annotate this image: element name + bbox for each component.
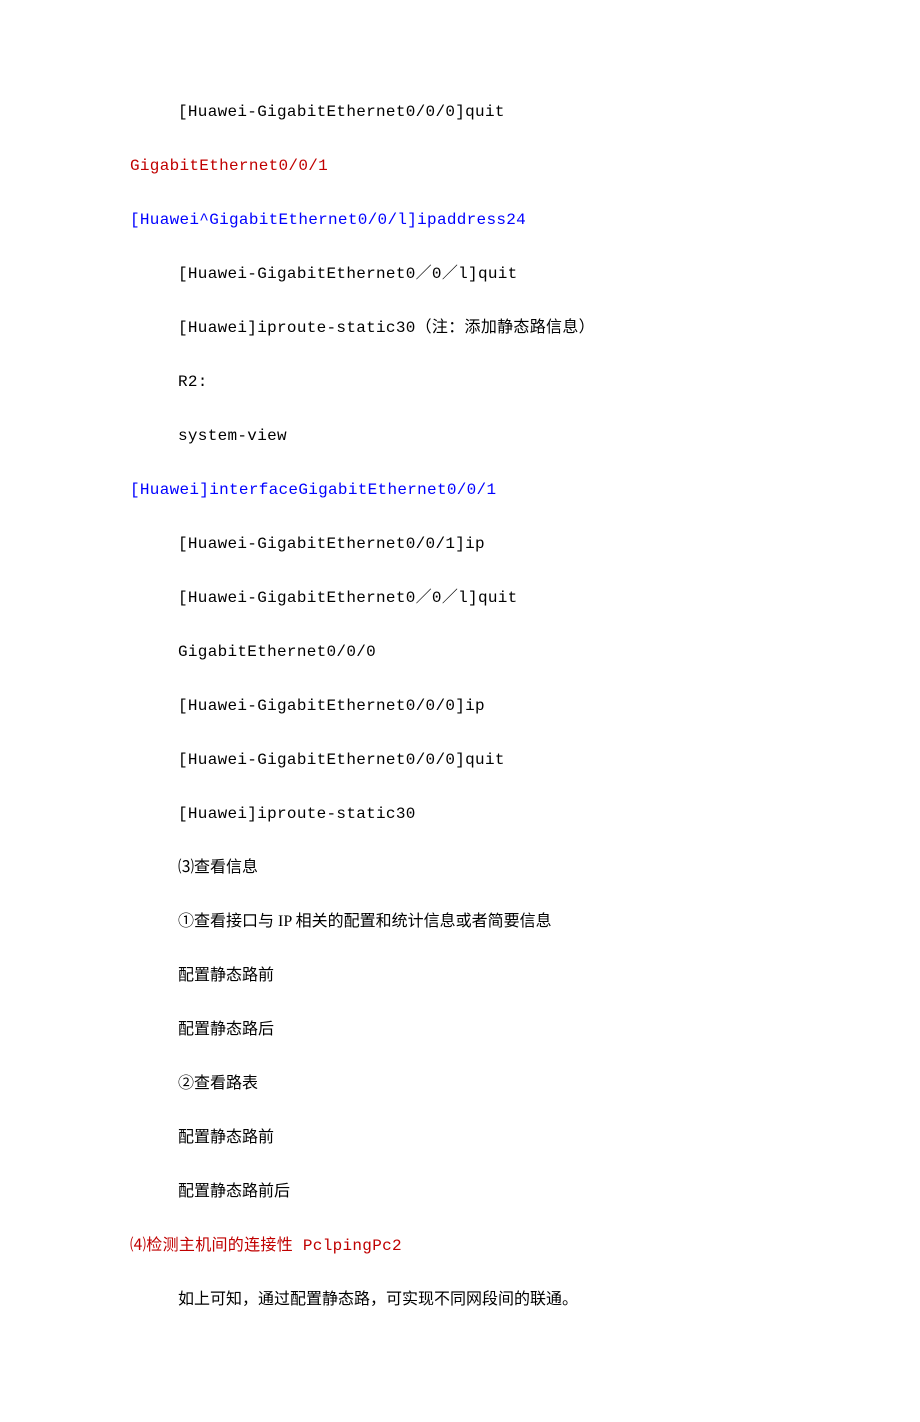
code-line: [Huawei]iproute-static30 — [130, 802, 790, 826]
code-line: [Huawei-GigabitEthernet0／0／l]quit — [130, 586, 790, 610]
text-line: 配置静态路前 — [130, 1126, 790, 1150]
text-line: ①查看接口与 IP 相关的配置和统计信息或者简要信息 — [130, 910, 790, 934]
code-line: [Huawei-GigabitEthernet0/0/0]quit — [130, 100, 790, 124]
code-line: GigabitEthernet0/0/1 — [130, 154, 790, 178]
text-line: ⑶查看信息 — [130, 856, 790, 880]
code-line: [Huawei]interfaceGigabitEthernet0/0/1 — [130, 478, 790, 502]
code-line: [Huawei-GigabitEthernet0/0/0]ip — [130, 694, 790, 718]
text-line: 配置静态路前后 — [130, 1180, 790, 1204]
text-line: 配置静态路后 — [130, 1018, 790, 1042]
code-line: ⑷检测主机间的连接性 PclpingPc2 — [130, 1234, 790, 1258]
code-line: system-view — [130, 424, 790, 448]
text-line: 配置静态路前 — [130, 964, 790, 988]
code-line: R2: — [130, 370, 790, 394]
code-line: [Huawei]iproute-static30（注：添加静态路信息） — [130, 316, 790, 340]
code-line: [Huawei^GigabitEthernet0/0/l]ipaddress24 — [130, 208, 790, 232]
text-line: 如上可知，通过配置静态路，可实现不同网段间的联通。 — [130, 1288, 790, 1312]
code-line: [Huawei-GigabitEthernet0／0／l]quit — [130, 262, 790, 286]
text-line: ②查看路表 — [130, 1072, 790, 1096]
document-body: [Huawei-GigabitEthernet0/0/0]quit Gigabi… — [0, 100, 920, 1312]
code-line: [Huawei-GigabitEthernet0/0/0]quit — [130, 748, 790, 772]
code-line: [Huawei-GigabitEthernet0/0/1]ip — [130, 532, 790, 556]
code-line: GigabitEthernet0/0/0 — [130, 640, 790, 664]
